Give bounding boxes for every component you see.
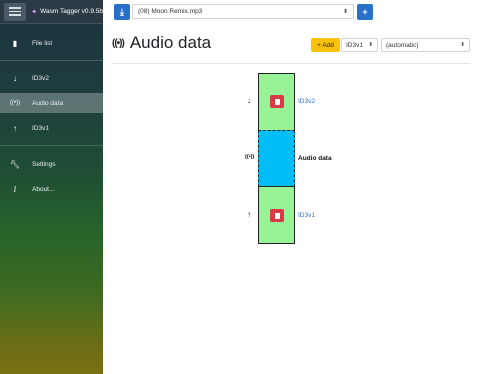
arrow-up-icon: ↑ (13, 123, 17, 133)
select-caret-icon: ⬍ (368, 42, 373, 48)
app-title-text: Wasm Tagger v0.9.5b (40, 8, 103, 15)
sidebar-header: ✦ Wasm Tagger v0.9.5b (0, 0, 103, 24)
download-icon: ⤓ (120, 6, 124, 17)
sidebar: ✦ Wasm Tagger v0.9.5b ▮ File list ↓ ID3v… (0, 0, 103, 374)
sidebar-item-file-list[interactable]: ▮ File list (0, 33, 103, 53)
delete-id3v2-button[interactable] (270, 95, 284, 108)
trash-icon (274, 98, 280, 105)
header-divider (112, 63, 470, 64)
add-tag-button[interactable]: + Add (311, 38, 340, 52)
audio-waves-icon: ((•)) (245, 154, 255, 160)
delete-id3v1-button[interactable] (270, 209, 284, 222)
top-bar: ⤓ (08) Moon Remix.mp3 ⬍ + (103, 0, 480, 24)
download-button[interactable]: ⤓ (114, 4, 130, 20)
arrow-down-icon: ↓ (247, 96, 251, 105)
id3v2-link[interactable]: ID3v2 (298, 98, 315, 105)
file-icon: ▮ (12, 38, 18, 48)
sidebar-item-id3v1[interactable]: ↑ ID3v1 (0, 118, 103, 138)
file-select[interactable]: (08) Moon Remix.mp3 ⬍ (132, 4, 354, 19)
sidebar-divider (0, 145, 103, 146)
app-logo-icon: ✦ (31, 8, 38, 16)
id3v1-link[interactable]: ID3v1 (298, 212, 315, 219)
sidebar-item-settings[interactable]: 🔧︎ Settings (0, 154, 103, 174)
app-title: ✦ Wasm Tagger v0.9.5b (31, 8, 103, 16)
page-title-text: Audio data (129, 33, 212, 52)
sidebar-item-label: ID3v2 (32, 74, 49, 82)
sidebar-item-id3v2[interactable]: ↓ ID3v2 (0, 68, 103, 88)
page-title: ((•)) Audio data (112, 33, 211, 53)
tag-type-value: ID3v1 (346, 41, 363, 49)
audio-waves-icon: ((•)) (112, 37, 125, 49)
sidebar-divider (0, 60, 103, 61)
trash-icon (274, 212, 280, 219)
sidebar-item-label: File list (32, 39, 53, 47)
wrench-icon: 🔧︎ (9, 159, 21, 169)
id3v2-block (258, 73, 295, 131)
sidebar-item-audio-data[interactable]: ((•)) Audio data (0, 93, 103, 113)
sidebar-item-label: Audio data (32, 99, 64, 107)
select-caret-icon: ⬍ (460, 42, 465, 48)
file-select-value: (08) Moon Remix.mp3 (138, 8, 203, 15)
audio-data-block (258, 130, 295, 187)
arrow-down-icon: ↓ (13, 73, 17, 83)
tag-type-select[interactable]: ID3v1 ⬍ (341, 38, 378, 52)
select-caret-icon: ⬍ (342, 9, 348, 15)
hamburger-menu-button[interactable] (4, 2, 27, 21)
sidebar-item-about[interactable]: i About... (0, 179, 103, 199)
id3v1-block (258, 186, 295, 244)
encoding-select[interactable]: (automatic) ⬍ (381, 38, 470, 52)
encoding-value: (automatic) (386, 41, 419, 49)
hamburger-icon (9, 7, 22, 9)
plus-icon: + (362, 7, 368, 17)
arrow-up-icon: ↑ (247, 210, 251, 219)
info-icon: i (13, 184, 17, 194)
sidebar-item-label: About... (32, 185, 55, 193)
sidebar-item-label: ID3v1 (32, 124, 49, 132)
add-file-button[interactable]: + (357, 4, 373, 20)
audio-waves-icon: ((•)) (9, 100, 21, 106)
sidebar-item-label: Settings (32, 160, 56, 168)
audio-data-label: Audio data (298, 155, 332, 162)
